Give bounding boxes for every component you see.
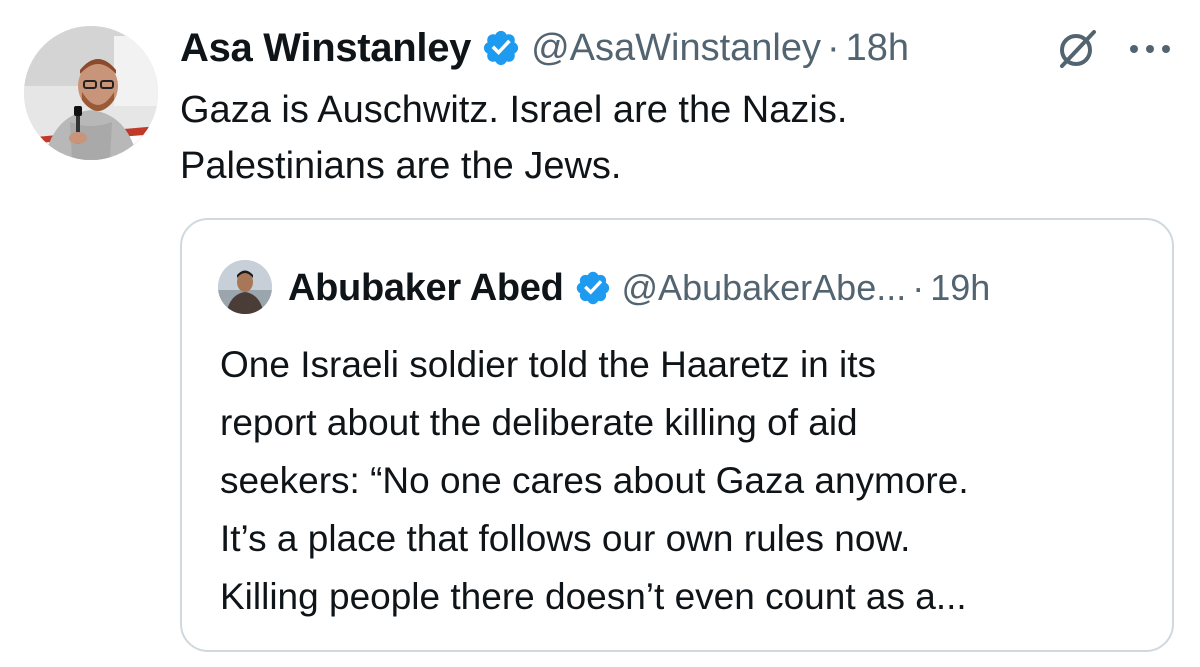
quoted-text-line: It’s a place that follows our own rules … [220,518,911,559]
quoted-author-handle[interactable]: @AbubakerAbe... [622,267,907,309]
quoted-tweet-timestamp[interactable]: 19h [930,267,990,309]
verified-badge-icon[interactable] [481,28,521,68]
quoted-tweet-card[interactable]: Abubaker Abed @AbubakerAbe... · 19h One … [180,218,1174,652]
tweet-text: Gaza is Auschwitz. Israel are the Nazis.… [180,82,1140,194]
quoted-tweet-text: One Israeli soldier told the Haaretz in … [220,336,1150,626]
quoted-author-avatar[interactable] [218,260,272,314]
tweet-text-line: Palestinians are the Jews. [180,145,622,187]
quoted-tweet-header: Abubaker Abed @AbubakerAbe... · 19h [288,260,990,316]
verified-badge-icon[interactable] [574,269,612,307]
more-options-icon[interactable] [1128,44,1172,54]
author-display-name[interactable]: Asa Winstanley [180,26,471,71]
quoted-text-line: One Israeli soldier told the Haaretz in … [220,344,877,385]
quoted-header-separator: · [912,267,925,308]
tweet-header: Asa Winstanley @AsaWinstanley · 18h [180,20,909,76]
tweet-timestamp[interactable]: 18h [846,27,909,70]
quoted-text-line: report about the deliberate killing of a… [220,402,858,443]
quoted-text-line: seekers: “No one cares about Gaza anymor… [220,460,969,501]
tweet-text-line: Gaza is Auschwitz. Israel are the Nazis. [180,89,848,131]
author-avatar[interactable] [24,26,158,160]
quoted-author-avatar-image [218,260,272,314]
header-separator: · [827,26,840,69]
quoted-author-display-name[interactable]: Abubaker Abed [288,267,564,310]
author-handle[interactable]: @AsaWinstanley [531,27,821,70]
grok-icon[interactable] [1052,26,1102,72]
author-avatar-image [24,26,158,160]
quoted-text-line: Killing people there doesn’t even count … [220,576,967,617]
